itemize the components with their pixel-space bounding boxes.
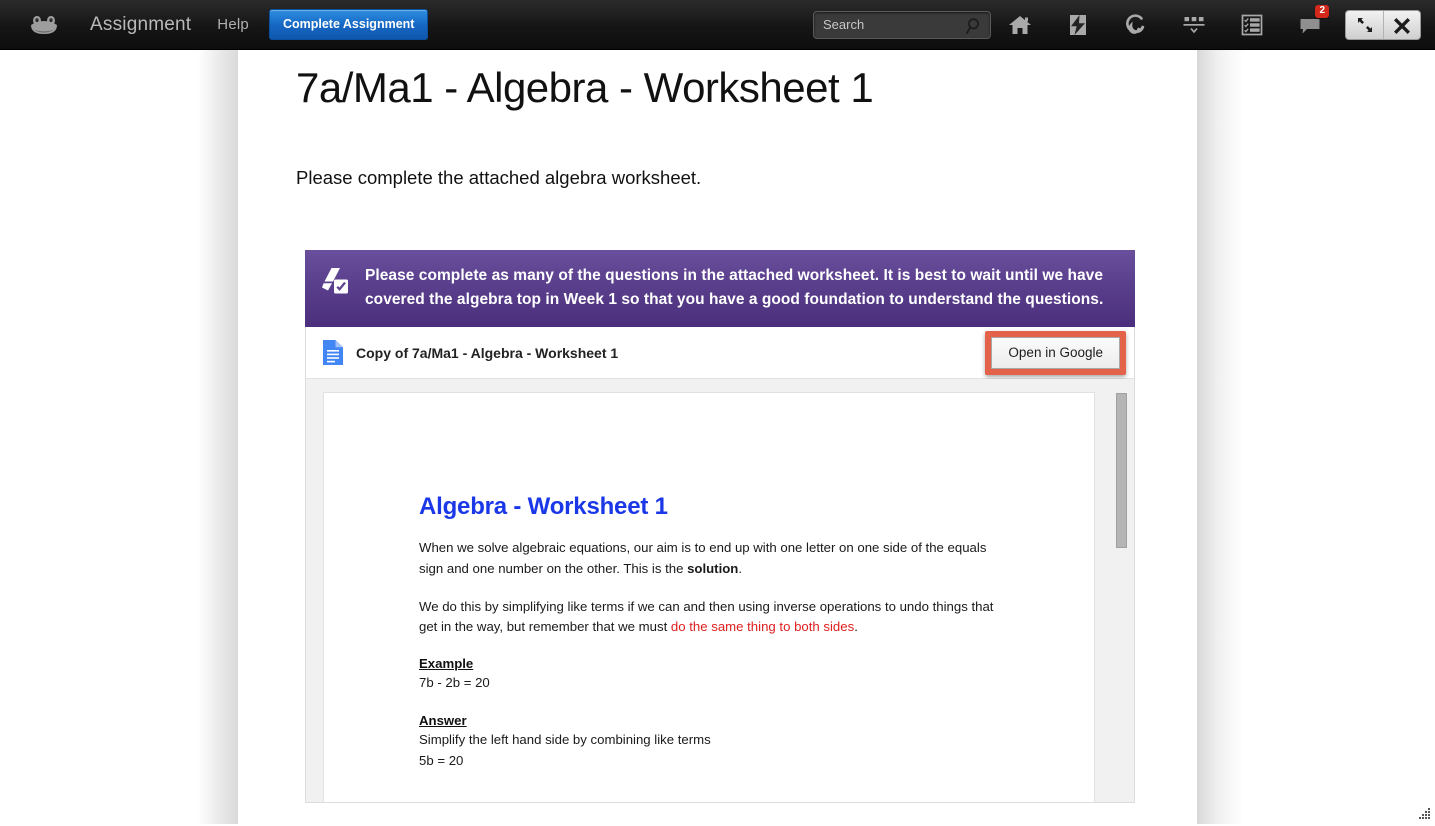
document-answer-line-2: 5b = 20 [419,751,1034,771]
restore-window-button[interactable] [1346,11,1383,39]
complete-assignment-button[interactable]: Complete Assignment [269,9,429,40]
page-intro-text: Please complete the attached algebra wor… [296,167,1197,189]
document-spacer [419,693,1034,713]
document-heading: Algebra - Worksheet 1 [419,493,1034,521]
home-icon [1008,14,1032,36]
close-window-button[interactable] [1383,11,1420,39]
document-preview-pane: Algebra - Worksheet 1 When we solve alge… [305,379,1135,803]
sheet-left-shadow [198,50,240,824]
attachment-banner-text: Please complete as many of the questions… [365,264,1117,311]
attachment-banner: Please complete as many of the questions… [305,250,1135,327]
google-docs-icon [322,339,344,366]
app-logo[interactable] [16,14,72,36]
document-paragraph-2-part-b: . [854,619,858,634]
nav-help-link[interactable]: Help [217,16,249,33]
assignment-content-sheet: 7a/Ma1 - Algebra - Worksheet 1 Please co… [238,50,1197,824]
apps-dropdown-icon-button[interactable] [1165,0,1223,50]
lightning-bolt-icon [1067,13,1089,37]
document-answer-line-1: Simplify the left hand side by combining… [419,730,1034,750]
checklist-icon [1240,13,1264,37]
document-paragraph-1-part-b: . [738,561,742,576]
open-in-google-button[interactable]: Open in Google [991,337,1120,369]
checklist-icon-button[interactable] [1223,0,1281,50]
close-icon [1393,16,1411,34]
page-title: 7a/Ma1 - Algebra - Worksheet 1 [296,64,1197,112]
document-paragraph-1: When we solve algebraic equations, our a… [419,538,1011,579]
topbar-right-cluster: 2 [813,0,1435,50]
window-controls [1345,10,1421,40]
open-in-google-highlight: Open in Google [985,331,1126,375]
attachment-file-row: Copy of 7a/Ma1 - Algebra - Worksheet 1 O… [305,327,1135,379]
document-paragraph-1-bold: solution [687,561,738,576]
attachment-file-name: Copy of 7a/Ma1 - Algebra - Worksheet 1 [356,345,618,361]
document-example-heading: Example [419,656,1034,671]
spiral-icon-button[interactable] [1107,0,1165,50]
nav-assignment-label[interactable]: Assignment [90,14,191,36]
apps-dropdown-icon [1181,13,1207,37]
home-icon-button[interactable] [991,0,1049,50]
preview-scrollbar-thumb[interactable] [1116,393,1127,548]
document-answer-heading: Answer [419,713,1034,728]
sheet-right-shadow [1196,50,1244,824]
document-page: Algebra - Worksheet 1 When we solve alge… [323,392,1095,803]
window-resize-grip[interactable] [1415,805,1431,821]
spiral-icon [1124,13,1148,37]
restore-icon [1356,16,1374,34]
google-drive-assignment-icon [321,267,351,295]
search-icon [966,17,983,35]
notification-badge: 2 [1315,5,1329,18]
document-paragraph-2-emphasis: do the same thing to both sides [671,619,854,634]
lightning-bolt-icon-button[interactable] [1049,0,1107,50]
top-navigation-bar: Assignment Help Complete Assignment [0,0,1435,50]
attachment-card: Please complete as many of the questions… [305,250,1135,803]
document-paragraph-2: We do this by simplifying like terms if … [419,597,1011,638]
search-box[interactable] [813,11,991,39]
resize-grip-icon [1415,805,1431,821]
frog-logo-icon [29,14,59,36]
chat-bubble-icon-button[interactable]: 2 [1281,0,1339,50]
document-example-line: 7b - 2b = 20 [419,673,1034,693]
search-input[interactable] [814,12,990,38]
